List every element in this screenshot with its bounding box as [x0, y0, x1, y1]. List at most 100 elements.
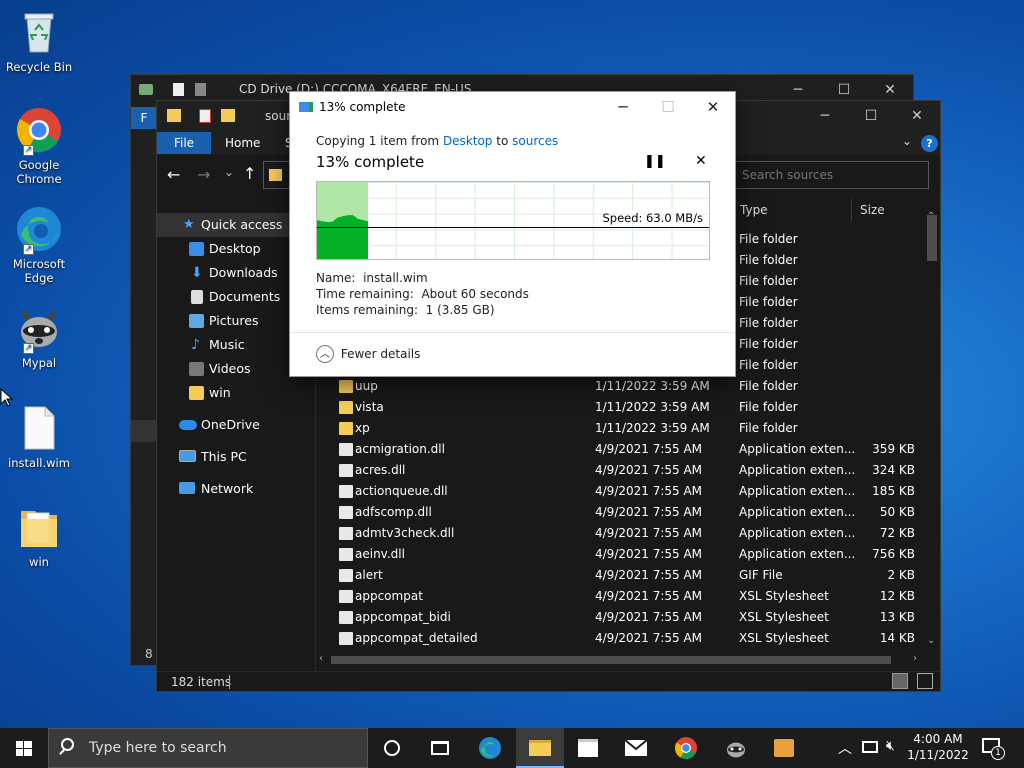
copy-progress-dialog[interactable]: 13% complete ─ ☐ ✕ Copying 1 item from D… — [289, 91, 736, 377]
vertical-scrollbar[interactable]: ⌃ ⌄ — [925, 211, 939, 651]
window-title: sour — [265, 109, 292, 123]
minimize-button[interactable]: ─ — [600, 92, 646, 122]
type-cell: Application exten... — [739, 526, 856, 540]
speed-label: Speed: 63.0 MB/s — [602, 211, 703, 225]
forward-arrow-icon[interactable]: → — [197, 165, 210, 184]
task-view-button[interactable] — [416, 728, 464, 768]
table-row[interactable]: uup 1/11/2022 3:59 AM File folder — [317, 376, 917, 397]
scroll-thumb[interactable] — [331, 656, 891, 664]
table-row[interactable]: appcompat_bidi 4/9/2021 7:55 AM XSL Styles… — [317, 607, 917, 628]
nav-network[interactable]: Network — [157, 477, 315, 501]
close-button[interactable]: ✕ — [690, 92, 736, 122]
ribbon-tab-file[interactable]: F — [131, 107, 157, 129]
taskbar-search-box[interactable]: Type here to search — [48, 728, 368, 768]
pause-button[interactable]: ❚❚ — [644, 154, 666, 169]
nav-this-pc[interactable]: This PC — [157, 445, 315, 469]
ribbon-tab-home[interactable]: Home — [225, 132, 260, 154]
scroll-thumb[interactable] — [927, 215, 937, 261]
desktop-icon-microsoft-edge[interactable]: ↗ Microsoft Edge — [4, 205, 74, 285]
date-cell: 1/11/2022 3:59 AM — [595, 421, 710, 435]
recent-chevron-icon[interactable]: ⌄ — [224, 165, 234, 179]
volume-muted-icon[interactable]: 🔇︎ — [886, 738, 895, 754]
copying-summary: Copying 1 item from Desktop to sources — [316, 134, 558, 148]
tiles-view-icon[interactable] — [917, 673, 933, 689]
nav-label: This PC — [201, 449, 247, 464]
chrome-icon — [675, 737, 697, 759]
table-row[interactable]: aeinv.dll 4/9/2021 7:55 AM Application ext… — [317, 544, 917, 565]
up-arrow-icon[interactable]: ↑ — [243, 164, 256, 183]
desktop-icon-install-wim[interactable]: install.wim — [4, 404, 74, 470]
clock[interactable]: 4:00 AM 1/11/2022 — [906, 731, 970, 763]
cancel-button[interactable]: ✕ — [695, 153, 707, 169]
file-dll-icon — [339, 506, 353, 519]
edge-icon — [479, 737, 501, 759]
computer-icon — [179, 450, 196, 462]
table-row[interactable]: acmigration.dll 4/9/2021 7:55 AM Applicati… — [317, 439, 917, 460]
scroll-down-icon[interactable]: ⌄ — [927, 635, 935, 646]
taskbar-mail[interactable] — [612, 728, 660, 768]
table-row[interactable]: acres.dll 4/9/2021 7:55 AM Application ext… — [317, 460, 917, 481]
videos-icon — [189, 362, 204, 376]
maximize-button[interactable]: ☐ — [645, 92, 691, 122]
maximize-button[interactable]: ☐ — [848, 101, 894, 131]
scroll-left-icon[interactable]: ‹ — [319, 653, 323, 664]
table-row[interactable]: admtv3check.dll 4/9/2021 7:55 AM Applicati… — [317, 523, 917, 544]
taskbar-edge[interactable] — [466, 728, 514, 768]
details-view-icon[interactable] — [892, 673, 908, 689]
table-row[interactable]: xp 1/11/2022 3:59 AM File folder — [317, 418, 917, 439]
type-cell: File folder — [739, 295, 798, 309]
destination-link[interactable]: sources — [512, 134, 558, 148]
recycle-bin-icon — [15, 8, 63, 56]
start-button[interactable] — [0, 728, 48, 768]
size-cell: 756 KB — [872, 547, 915, 561]
column-header-type[interactable]: Type — [731, 199, 849, 221]
nav-onedrive[interactable]: OneDrive — [157, 413, 315, 437]
type-cell: File folder — [739, 253, 798, 267]
items-label: Items remaining: — [316, 303, 419, 317]
taskbar-mypal[interactable] — [712, 728, 760, 768]
ribbon-tab-file[interactable]: File — [157, 132, 211, 154]
table-row[interactable]: alert 4/9/2021 7:55 AM GIF File 2 KB — [317, 565, 917, 586]
source-link[interactable]: Desktop — [443, 134, 493, 148]
type-cell: File folder — [739, 379, 798, 393]
date-cell: 4/9/2021 7:55 AM — [595, 547, 703, 561]
file-gif-icon — [339, 569, 353, 582]
taskbar-media-app[interactable] — [760, 728, 808, 768]
help-icon[interactable]: ? — [921, 135, 938, 152]
minimize-button[interactable]: ─ — [802, 101, 848, 131]
scroll-right-icon[interactable]: › — [913, 653, 917, 664]
date-cell: 1/11/2022 3:59 AM — [595, 379, 710, 393]
type-cell: File folder — [739, 400, 798, 414]
desktop-icon-label: Recycle Bin — [5, 60, 73, 74]
name-cell: vista — [355, 400, 384, 414]
taskbar-file-explorer[interactable] — [516, 728, 564, 768]
cortana-button[interactable] — [368, 728, 416, 768]
column-header-size[interactable]: Size — [851, 199, 923, 221]
action-center-button[interactable]: 1 — [980, 736, 1005, 760]
nav-label: Videos — [209, 361, 251, 376]
table-row[interactable]: actionqueue.dll 4/9/2021 7:55 AM Applicati… — [317, 481, 917, 502]
horizontal-scrollbar[interactable]: ‹ › — [317, 653, 925, 667]
desktop-icon-mypal[interactable]: ↗ Mypal — [4, 304, 74, 370]
type-cell: File folder — [739, 274, 798, 288]
table-row[interactable]: appcompat_detailed 4/9/2021 7:55 AM XSL St… — [317, 628, 917, 648]
desktop-icon-win[interactable]: win — [4, 503, 74, 569]
taskbar-store[interactable] — [564, 728, 612, 768]
chevron-down-icon[interactable]: ⌄ — [902, 134, 912, 148]
dialog-title-bar[interactable]: 13% complete ─ ☐ ✕ — [290, 92, 735, 122]
size-cell: 13 KB — [879, 610, 915, 624]
desktop-icon-recycle-bin[interactable]: Recycle Bin — [4, 8, 74, 74]
taskbar-chrome[interactable] — [662, 728, 710, 768]
desktop-icon-google-chrome[interactable]: ↗ Google Chrome — [4, 106, 74, 186]
table-row[interactable]: vista 1/11/2022 3:59 AM File folder — [317, 397, 917, 418]
network-tray-icon[interactable] — [862, 741, 878, 753]
nav-label: Quick access — [201, 217, 283, 232]
table-row[interactable]: appcompat 4/9/2021 7:55 AM XSL Stylesheet 1… — [317, 586, 917, 607]
close-button[interactable]: ✕ — [894, 101, 940, 131]
back-arrow-icon[interactable]: ← — [167, 165, 180, 184]
show-hidden-icons-icon[interactable]: ︿ — [838, 738, 852, 758]
nav-win[interactable]: win — [157, 381, 315, 405]
table-row[interactable]: adfscomp.dll 4/9/2021 7:55 AM Application … — [317, 502, 917, 523]
fewer-details-button[interactable]: ︿ Fewer details — [316, 345, 420, 363]
search-input[interactable] — [735, 161, 929, 189]
